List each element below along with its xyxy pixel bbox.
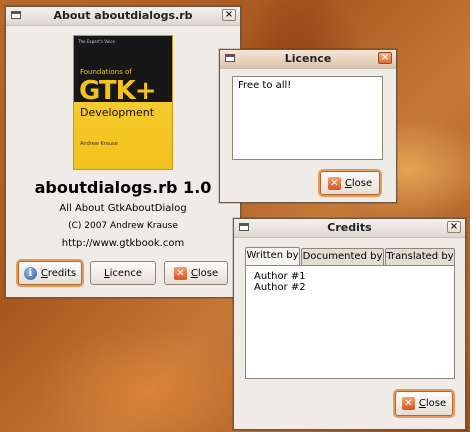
about-titlebar[interactable]: About aboutdialogs.rb ×: [6, 7, 240, 26]
credits-titlebar[interactable]: Credits ×: [234, 219, 465, 238]
licence-titlebar[interactable]: Licence ×: [220, 50, 396, 69]
close-icon: ✕: [327, 176, 341, 190]
licence-button-label: Licence: [104, 267, 142, 279]
credits-button-label: Credits: [40, 267, 77, 279]
program-name: aboutdialogs.rb 1.0: [34, 178, 212, 197]
info-icon: i: [23, 266, 37, 280]
licence-text: Free to all!: [238, 80, 292, 91]
about-close-button-label: Close: [190, 267, 219, 279]
cover-development: Development: [80, 106, 155, 119]
tab-translated-by[interactable]: Translated by: [385, 248, 455, 265]
licence-textview[interactable]: Free to all!: [232, 76, 383, 160]
licence-dialog: Licence × Free to all! ✕ Close: [219, 49, 397, 203]
licence-button[interactable]: Licence: [90, 261, 156, 285]
book-cover-logo: The Expert's Voice Foundations of GTK+ D…: [73, 35, 173, 170]
credits-title: Credits: [327, 221, 372, 234]
cover-author: Andrew Krause: [80, 141, 118, 147]
close-icon: ✕: [401, 397, 415, 410]
licence-window-close-icon[interactable]: ×: [378, 52, 392, 64]
licence-close-button[interactable]: ✕ Close: [320, 171, 380, 195]
tab-written-by[interactable]: Written by: [245, 247, 300, 266]
author-item: Author #2: [254, 282, 306, 293]
credits-authors-list[interactable]: Author #1 Author #2: [245, 265, 455, 379]
about-dialog: About aboutdialogs.rb × The Expert's Voi…: [5, 6, 241, 298]
licence-close-button-label: Close: [344, 177, 373, 189]
credits-window-close-icon[interactable]: ×: [447, 221, 461, 233]
close-icon: ✕: [173, 266, 187, 280]
tab-documented-by[interactable]: Documented by: [301, 248, 384, 265]
cover-foundations: Foundations of: [80, 68, 132, 76]
credits-close-button-label: Close: [418, 398, 447, 409]
credits-close-button[interactable]: ✕ Close: [395, 391, 453, 416]
cover-gtk: GTK+: [79, 76, 157, 106]
about-window-close-icon[interactable]: ×: [222, 9, 236, 21]
credits-button[interactable]: i Credits: [18, 261, 82, 285]
cover-series: The Expert's Voice: [78, 39, 115, 44]
comments-label: All About GtkAboutDialog: [59, 203, 187, 214]
author-item: Author #1: [254, 271, 306, 282]
website-link[interactable]: http://www.gtkbook.com: [6, 238, 240, 249]
about-title: About aboutdialogs.rb: [53, 9, 193, 22]
licence-title: Licence: [284, 52, 332, 65]
copyright-label: (C) 2007 Andrew Krause: [68, 221, 178, 231]
about-close-button[interactable]: ✕ Close: [164, 261, 228, 285]
